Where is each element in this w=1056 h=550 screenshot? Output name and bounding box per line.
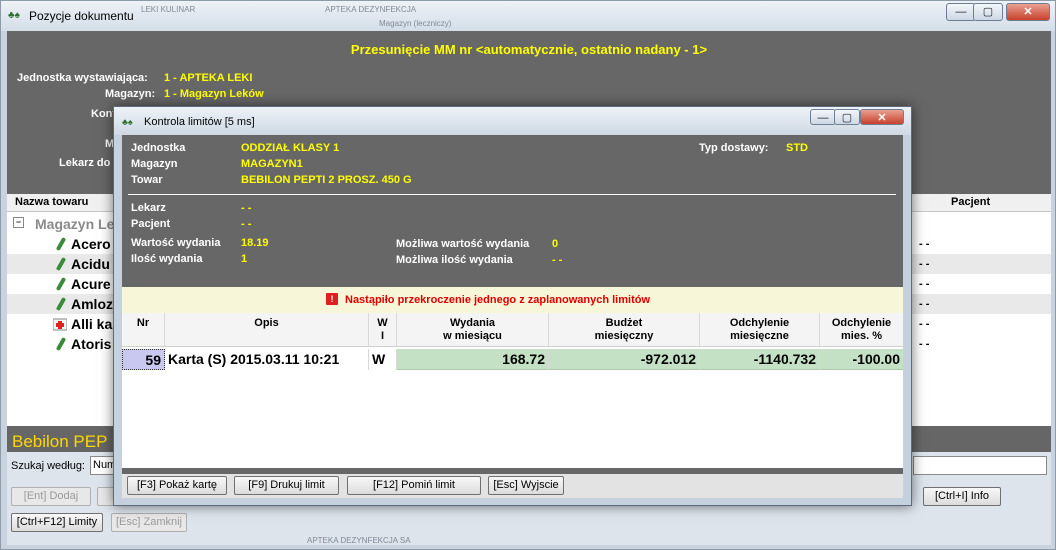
typ-dostawy-value: STD xyxy=(786,142,808,154)
dialog-title: Kontrola limitów [5 ms] xyxy=(144,116,255,128)
jednostka-label: Jednostka wystawiająca: xyxy=(17,72,148,84)
patient-value: - - xyxy=(919,298,930,310)
ghost-footer: APTEKA DEZYNFEKCJA SA xyxy=(307,536,411,545)
magazyn-value: 1 - Magazyn Leków xyxy=(164,88,264,100)
dialog-maximize-button[interactable]: ▢ xyxy=(834,109,860,125)
limits-grid[interactable]: Nr Opis WI Wydania w miesiącu Budżet miesi… xyxy=(122,313,903,468)
towar-value: BEBILON PEPTI 2 PROSZ. 450 G xyxy=(241,174,412,186)
header-opis: Opis xyxy=(165,313,369,347)
minimize-button[interactable]: — xyxy=(946,3,976,21)
lekarz-value: - - xyxy=(241,202,252,214)
pacjent-label: Pacjent xyxy=(131,218,171,230)
tree-item-label: Acidu xyxy=(71,256,110,272)
cell-odchylenie[interactable]: -1140.732 xyxy=(700,349,820,370)
first-aid-icon xyxy=(53,318,67,331)
wartosc-label: Wartość wydania xyxy=(131,237,221,249)
cell-wi[interactable]: W xyxy=(369,349,397,370)
product-title: Bebilon PEP xyxy=(12,432,108,451)
typ-dostawy-label: Typ dostawy: xyxy=(699,142,769,154)
mozliwa-ilosc-value: - - xyxy=(552,254,563,266)
cell-odchylenie-proc[interactable]: -100.00 xyxy=(820,349,903,370)
ghost-subtitle: Magazyn (leczniczy) xyxy=(379,19,452,28)
search-field[interactable]: Num xyxy=(90,456,116,475)
close-document-button[interactable]: [Esc] Zamknij xyxy=(111,513,187,532)
jednostka-label: Jednostka xyxy=(131,142,186,154)
warning-text: Nastąpiło przekroczenie jednego z zaplan… xyxy=(345,294,651,306)
search-input[interactable] xyxy=(913,456,1047,475)
main-titlebar: ♣♠ Pozycje dokumentu APTEKA DEZYNFEKCJA … xyxy=(1,1,1055,31)
header-wydania: Wydania w miesiącu xyxy=(397,313,549,347)
document-title: Przesunięcie MM nr <automatycznie, ostat… xyxy=(350,42,708,57)
exit-button[interactable]: [Esc] Wyjscie xyxy=(488,476,564,495)
window-title: Pozycje dokumentu xyxy=(29,9,134,23)
warning-icon: ! xyxy=(326,293,338,305)
header-budzet: Budżet miesięczny xyxy=(549,313,700,347)
add-button[interactable]: [Ent] Dodaj xyxy=(11,487,91,506)
magazyn-value: MAGAZYN1 xyxy=(241,158,303,170)
jednostka-value: 1 - APTEKA LEKI xyxy=(164,72,253,84)
dialog-close-button[interactable]: ✕ xyxy=(860,109,904,125)
magazyn-label: Magazyn: xyxy=(105,88,156,100)
close-button[interactable]: ✕ xyxy=(1006,3,1050,21)
show-card-button[interactable]: [F3] Pokaż kartę xyxy=(127,476,227,495)
tree-item-label: Amloz xyxy=(71,296,113,312)
ilosc-label: Ilość wydania xyxy=(131,253,203,265)
collapse-icon[interactable]: − xyxy=(13,217,24,228)
ghost-title: APTEKA DEZYNFEKCJA xyxy=(325,5,417,14)
ghost-left: LEKI KULINAR xyxy=(141,5,196,14)
tree-item-label: Acero xyxy=(71,236,111,252)
cell-wydania[interactable]: 168.72 xyxy=(397,349,549,370)
header-odchylenie-proc: Odchylenie mies. % xyxy=(820,313,903,347)
patient-value: - - xyxy=(919,338,930,350)
patient-value: - - xyxy=(919,258,930,270)
mozliwa-ilosc-label: Możliwa ilość wydania xyxy=(396,254,513,266)
dialog-titlebar: ♣♠ Kontrola limitów [5 ms] — ▢ ✕ xyxy=(114,107,911,135)
separator xyxy=(128,194,896,195)
tree-root-label: Magazyn Le xyxy=(35,216,115,232)
header-odchylenie: Odchylenie miesięczne xyxy=(700,313,820,347)
cell-opis[interactable]: Karta (S) 2015.03.11 10:21 xyxy=(165,349,369,370)
dialog-minimize-button[interactable]: — xyxy=(810,109,836,125)
wartosc-value: 18.19 xyxy=(241,237,269,249)
towar-label: Towar xyxy=(131,174,163,186)
tree-item-label: Acure xyxy=(71,276,111,292)
tree-item-label: Atoris xyxy=(71,336,112,352)
lekarz-label: Lekarz xyxy=(131,202,166,214)
print-limit-button[interactable]: [F9] Drukuj limit xyxy=(234,476,339,495)
skip-limit-button[interactable]: [F12] Pomiń limit xyxy=(347,476,481,495)
dialog-body: Jednostka ODDZIAŁ KLASY 1 Magazyn MAGAZY… xyxy=(122,135,903,498)
dialog-button-row: [F3] Pokaż kartę [F9] Drukuj limit [F12]… xyxy=(122,474,903,498)
header-name: Nazwa towaru xyxy=(15,196,89,208)
limits-dialog: ♣♠ Kontrola limitów [5 ms] — ▢ ✕ Jednost… xyxy=(113,106,912,506)
patient-value: - - xyxy=(919,238,930,250)
ilosc-value: 1 xyxy=(241,253,248,265)
info-button[interactable]: [Ctrl+I] Info xyxy=(923,487,1001,506)
header-patient: Pacjent xyxy=(951,196,991,208)
pill-icon xyxy=(56,337,66,351)
cell-nr[interactable]: 59 xyxy=(122,349,165,370)
dialog-app-icon: ♣♠ xyxy=(122,117,133,127)
patient-value: - - xyxy=(919,278,930,290)
pill-icon xyxy=(56,277,66,291)
limits-button[interactable]: [Ctrl+F12] Limity xyxy=(11,513,103,532)
maximize-button[interactable]: ▢ xyxy=(973,3,1003,21)
warning-bar: ! Nastąpiło przekroczenie jednego z zapl… xyxy=(122,287,903,313)
search-label: Szukaj według: xyxy=(11,460,85,472)
header-nr: Nr xyxy=(122,313,165,347)
app-icon: ♣♠ xyxy=(8,10,20,21)
pill-icon xyxy=(56,297,66,311)
magazyn-label: Magazyn xyxy=(131,158,178,170)
patient-value: - - xyxy=(919,318,930,330)
tree-item-label: Alli ka xyxy=(71,316,113,332)
jednostka-value: ODDZIAŁ KLASY 1 xyxy=(241,142,340,154)
pill-icon xyxy=(56,237,66,251)
cell-budzet[interactable]: -972.012 xyxy=(549,349,700,370)
header-wi: WI xyxy=(369,313,397,347)
lekarz-label: Lekarz do xyxy=(59,157,111,169)
mozliwa-wartosc-label: Możliwa wartość wydania xyxy=(396,238,530,250)
mozliwa-wartosc-value: 0 xyxy=(552,238,559,250)
pill-icon xyxy=(56,257,66,271)
pacjent-value: - - xyxy=(241,218,252,230)
